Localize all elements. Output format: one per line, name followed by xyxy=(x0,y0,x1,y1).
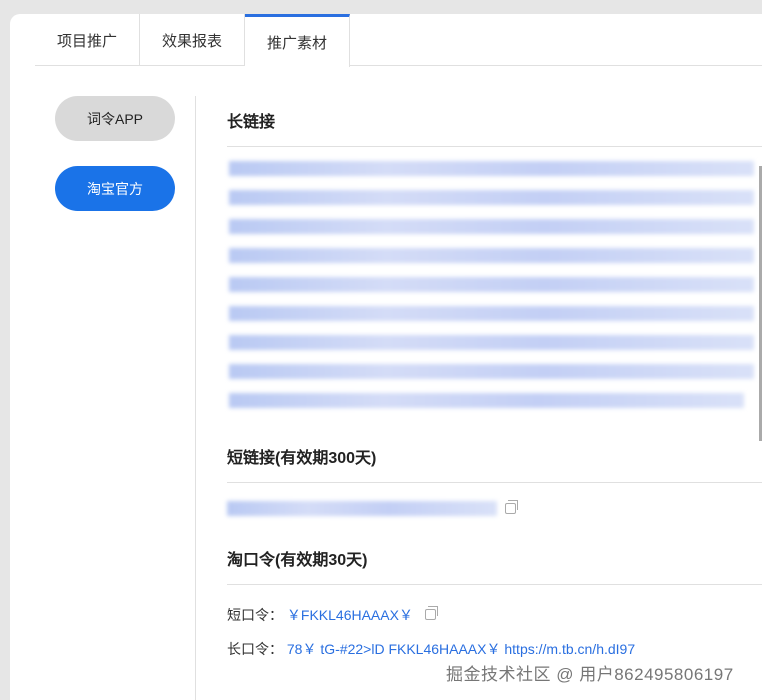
tab-project-promotion[interactable]: 项目推广 xyxy=(35,14,140,66)
long-code-row: 长口令： 78￥ tG-#22>lD FKKL46HAAAX￥ https://… xyxy=(227,639,762,659)
sidebar: 词令APP 淘宝官方 xyxy=(55,96,175,236)
sidebar-item-ciling-app[interactable]: 词令APP xyxy=(55,96,175,141)
short-code-row: 短口令： ￥FKKL46HAAAX￥ xyxy=(227,605,762,625)
short-link-row xyxy=(227,483,762,534)
tab-promotion-material[interactable]: 推广素材 xyxy=(245,14,350,67)
taokouling-heading: 淘口令(有效期30天) xyxy=(227,534,762,585)
short-link-blurred xyxy=(227,501,497,516)
tab-bar: 项目推广 效果报表 推广素材 xyxy=(35,14,762,67)
panel: 项目推广 效果报表 推广素材 词令APP 淘宝官方 长链接 短链接(有效期300… xyxy=(10,14,762,700)
short-code-label: 短口令： xyxy=(227,607,283,623)
short-code-value: ￥FKKL46HAAAX￥ xyxy=(286,607,413,623)
long-link-heading: 长链接 xyxy=(227,96,762,147)
long-link-text-blurred xyxy=(227,147,762,432)
long-code-label: 长口令： xyxy=(227,641,283,657)
tab-effect-report[interactable]: 效果报表 xyxy=(140,14,245,66)
short-link-heading: 短链接(有效期300天) xyxy=(227,432,762,483)
content: 长链接 短链接(有效期300天) 淘口令(有效期30天) 短口令： ￥FKKL4… xyxy=(227,96,762,659)
watermark: 掘金技术社区 @ 用户862495806197 xyxy=(446,665,734,684)
copy-icon[interactable] xyxy=(505,500,518,514)
divider xyxy=(195,96,196,700)
copy-icon[interactable] xyxy=(424,606,438,620)
long-code-value: 78￥ tG-#22>lD FKKL46HAAAX￥ https://m.tb.… xyxy=(286,641,636,657)
sidebar-item-taobao-official[interactable]: 淘宝官方 xyxy=(55,166,175,211)
